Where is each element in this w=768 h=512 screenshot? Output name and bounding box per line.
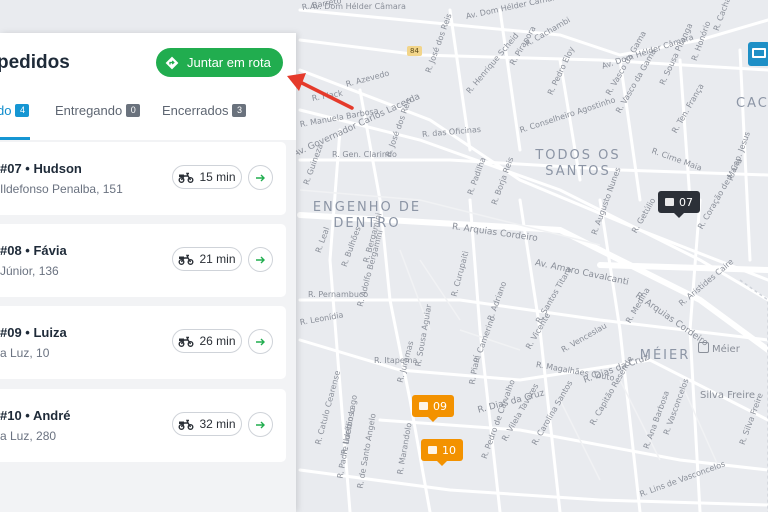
- scooter-icon: [178, 254, 194, 265]
- arrow-right-icon: [256, 174, 265, 181]
- arrow-right-icon: [256, 256, 265, 263]
- tab-label: Entregando: [55, 103, 123, 118]
- tab-label: do: [0, 103, 12, 118]
- eta-chip: 21 min: [172, 247, 242, 271]
- map-pin-09[interactable]: 09: [412, 395, 454, 422]
- orders-panel: pedidos Juntar em rota do 4 Entregando 0…: [0, 33, 296, 512]
- order-name: #07 • Hudson: [0, 161, 82, 176]
- order-card[interactable]: #08 • Fávia Júnior, 136 21 min: [0, 224, 286, 297]
- tab-pending[interactable]: do 4: [0, 103, 30, 118]
- active-tab-indicator: [0, 137, 30, 140]
- order-card[interactable]: #10 • André a Luz, 280 32 min: [0, 389, 286, 462]
- tab-count-badge: 3: [232, 104, 247, 117]
- order-address: a Luz, 280: [0, 429, 57, 443]
- join-route-label: Juntar em rota: [187, 55, 271, 70]
- tab-count-badge: 4: [15, 104, 30, 117]
- pin-label: 09: [433, 399, 447, 413]
- open-order-button[interactable]: [248, 329, 273, 354]
- open-order-button[interactable]: [248, 412, 273, 437]
- eta-chip: 26 min: [172, 329, 242, 353]
- package-icon: [428, 446, 437, 454]
- street-label: R. Pernambuco: [308, 290, 369, 299]
- street-label: Av. Dom Hélder Câmara: [310, 2, 406, 11]
- page-title: pedidos: [0, 52, 70, 73]
- order-address: a Luz, 10: [0, 346, 50, 360]
- order-name: #10 • André: [0, 408, 71, 423]
- pin-label: 10: [442, 443, 456, 457]
- eta-text: 26 min: [199, 334, 236, 348]
- open-order-button[interactable]: [248, 165, 273, 190]
- panel-header: pedidos Juntar em rota do 4 Entregando 0…: [0, 33, 296, 140]
- road-badge: 84: [407, 46, 422, 56]
- scooter-icon: [178, 419, 194, 430]
- tab-count-badge: 0: [126, 104, 141, 117]
- map-pin-07[interactable]: 07: [658, 191, 700, 218]
- district-cac: CAC: [736, 96, 768, 111]
- eta-chip: 32 min: [172, 412, 242, 436]
- arrow-right-icon: [256, 338, 265, 345]
- order-card[interactable]: #09 • Luiza a Luz, 10 26 min: [0, 306, 286, 379]
- order-card[interactable]: #07 • Hudson Ildefonso Penalba, 151 15 m…: [0, 142, 286, 215]
- street-label: Méier: [712, 344, 740, 355]
- tab-delivering[interactable]: Entregando 0: [55, 103, 141, 118]
- scooter-icon: [178, 336, 194, 347]
- pin-label: 07: [679, 195, 693, 209]
- store-marker-icon[interactable]: [748, 42, 768, 66]
- map-pin-10[interactable]: 10: [421, 439, 463, 466]
- open-order-button[interactable]: [248, 247, 273, 272]
- diamond-turn-icon: [165, 56, 179, 70]
- package-icon: [665, 198, 674, 206]
- scooter-icon: [178, 172, 194, 183]
- train-station-icon: [698, 342, 709, 353]
- join-route-button[interactable]: Juntar em rota: [156, 48, 283, 77]
- order-name: #09 • Luiza: [0, 325, 67, 340]
- eta-text: 15 min: [199, 170, 236, 184]
- package-icon: [419, 402, 428, 410]
- tab-label: Encerrados: [162, 103, 229, 118]
- order-address: Júnior, 136: [0, 264, 59, 278]
- eta-text: 21 min: [199, 252, 236, 266]
- order-address: Ildefonso Penalba, 151: [0, 182, 123, 196]
- eta-text: 32 min: [199, 417, 236, 431]
- street-label: R. Gen. Clarindo: [332, 150, 397, 159]
- tab-closed[interactable]: Encerrados 3: [162, 103, 247, 118]
- eta-chip: 15 min: [172, 165, 242, 189]
- street-label: Silva Freire: [700, 390, 756, 401]
- order-name: #08 • Fávia: [0, 243, 67, 258]
- arrow-right-icon: [256, 421, 265, 428]
